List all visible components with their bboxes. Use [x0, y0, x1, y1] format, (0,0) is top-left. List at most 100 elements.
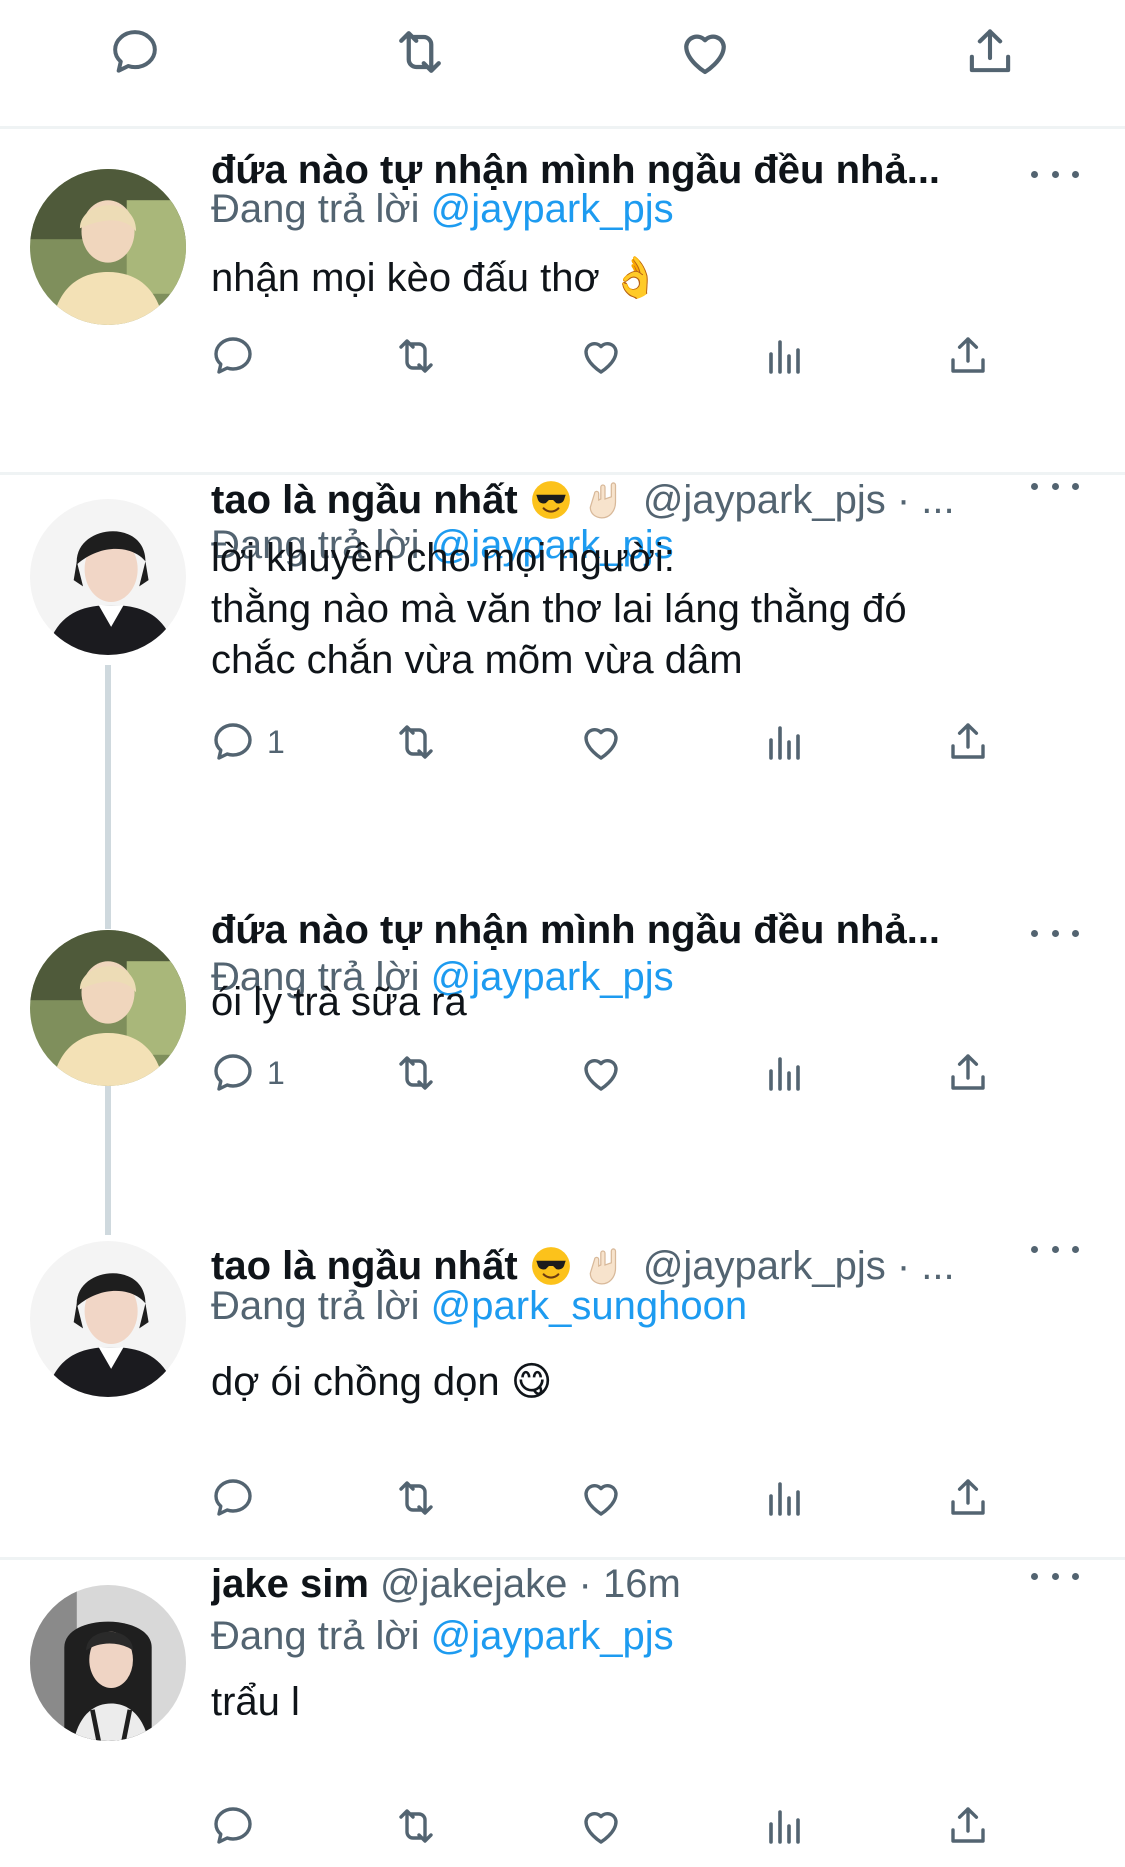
- tweet-text: lời khuyên cho mọi người: thằng nào mà v…: [211, 536, 907, 682]
- heart-icon: [584, 1059, 618, 1091]
- dot-icon: [1072, 929, 1079, 937]
- analytics-icon: [769, 1482, 800, 1516]
- reply-button[interactable]: [209, 1796, 267, 1856]
- dot-icon: [1051, 1572, 1059, 1580]
- tweet-text: dợ ói chồng dọn 😋: [211, 1360, 553, 1404]
- more-options-button[interactable]: [1025, 159, 1085, 189]
- reply-button[interactable]: 1: [209, 1043, 285, 1103]
- thread-line: [105, 665, 111, 929]
- share-button[interactable]: [944, 1043, 992, 1103]
- tweet-text: trẩu l: [211, 1680, 300, 1724]
- analytics-icon: [769, 726, 800, 760]
- reply-prefix: Đang trả lời: [211, 1284, 420, 1328]
- share-icon: [951, 1054, 985, 1090]
- display-name[interactable]: jake sim: [211, 1562, 369, 1606]
- reply-icon: [214, 1479, 252, 1516]
- handle[interactable]: @jakejake: [380, 1562, 567, 1606]
- tweet[interactable]: tao là ngầu nhất @jaypark_pjs · ... Đang…: [0, 475, 1125, 929]
- heart-icon: [584, 1812, 618, 1844]
- tweet-meta: · ...: [896, 1244, 955, 1288]
- like-button[interactable]: [675, 22, 735, 82]
- more-options-button[interactable]: [1025, 471, 1085, 501]
- avatar[interactable]: [30, 1585, 186, 1741]
- more-options-button[interactable]: [1025, 918, 1085, 948]
- share-icon: [951, 337, 985, 373]
- retweet-button[interactable]: [392, 1796, 440, 1856]
- retweet-button[interactable]: [392, 1043, 440, 1103]
- retweet-button[interactable]: [392, 326, 440, 386]
- dot-icon: [1051, 929, 1059, 937]
- reply-button[interactable]: [209, 326, 267, 386]
- like-button[interactable]: [577, 326, 625, 386]
- dot-icon: [1051, 1245, 1059, 1253]
- parent-tweet-actions: [0, 0, 1125, 126]
- display-name[interactable]: tao là ngầu nhất: [211, 478, 518, 522]
- dot-icon: [1031, 1245, 1038, 1253]
- handle[interactable]: @jaypark_pjs: [643, 478, 886, 522]
- tweet[interactable]: đứa nào tự nhận mình ngầu đều nhả... Đan…: [0, 129, 1125, 474]
- heart-icon: [584, 342, 618, 374]
- dot-icon: [1031, 170, 1038, 178]
- reply-icon: [113, 30, 157, 73]
- share-button[interactable]: [944, 1796, 992, 1856]
- retweet-button[interactable]: [392, 1468, 440, 1528]
- sunglasses-emoji-icon: [531, 481, 570, 519]
- retweet-button[interactable]: [392, 712, 440, 772]
- analytics-button[interactable]: [761, 326, 809, 386]
- avatar[interactable]: [30, 930, 186, 1086]
- share-button[interactable]: [944, 1468, 992, 1528]
- analytics-button[interactable]: [761, 1796, 809, 1856]
- like-button[interactable]: [577, 712, 625, 772]
- like-button[interactable]: [577, 1043, 625, 1103]
- reply-mention-link[interactable]: @jaypark_pjs: [431, 187, 674, 231]
- reply-mention-link[interactable]: @park_sunghoon: [431, 1284, 747, 1328]
- like-button[interactable]: [577, 1796, 625, 1856]
- dot-icon: [1031, 482, 1038, 490]
- share-button[interactable]: [944, 712, 992, 772]
- analytics-button[interactable]: [761, 1468, 809, 1528]
- tweet-text: ói ly trà sữa ra: [211, 980, 467, 1024]
- avatar[interactable]: [30, 169, 186, 325]
- share-icon: [969, 29, 1011, 73]
- tweet-meta: · 16m: [578, 1562, 681, 1606]
- heart-icon: [684, 34, 726, 75]
- like-button[interactable]: [577, 1468, 625, 1528]
- retweet-icon: [399, 31, 441, 73]
- avatar-dark: [30, 499, 186, 655]
- reply-button[interactable]: [209, 1468, 267, 1528]
- analytics-button[interactable]: [761, 712, 809, 772]
- tweet[interactable]: đứa nào tự nhận mình ngầu đều nhả... Đan…: [0, 905, 1125, 1235]
- share-icon: [951, 1807, 985, 1843]
- analytics-button[interactable]: [761, 1043, 809, 1103]
- dot-icon: [1031, 1572, 1038, 1580]
- dot-icon: [1051, 170, 1059, 178]
- tweet[interactable]: tao là ngầu nhất @jaypark_pjs · ... Đang…: [0, 1235, 1125, 1555]
- avatar-hood: [30, 1585, 186, 1741]
- reply-button[interactable]: 1: [209, 712, 285, 772]
- tweet-actions: 1: [211, 1043, 1011, 1103]
- display-name[interactable]: đứa nào tự nhận mình ngầu đều nhả...: [211, 908, 940, 952]
- more-options-button[interactable]: [1025, 1234, 1085, 1264]
- reply-prefix: Đang trả lời: [211, 1614, 420, 1658]
- rock-hand-emoji-icon: [589, 482, 616, 519]
- tweet-header: đứa nào tự nhận mình ngầu đều nhả...: [211, 903, 1015, 957]
- dot-icon: [1072, 170, 1079, 178]
- avatar-blond: [30, 169, 186, 325]
- reply-count: 1: [267, 723, 285, 760]
- avatar[interactable]: [30, 499, 186, 655]
- replying-to: Đang trả lời @jaypark_pjs: [211, 1609, 674, 1663]
- share-button[interactable]: [960, 22, 1020, 82]
- retweet-icon: [399, 1809, 433, 1843]
- heart-icon: [584, 1484, 618, 1516]
- more-options-button[interactable]: [1025, 1561, 1085, 1591]
- reply-mention-link[interactable]: @jaypark_pjs: [431, 1614, 674, 1658]
- tweet-actions: [211, 326, 1011, 386]
- replying-to: Đang trả lời @park_sunghoon: [211, 1279, 747, 1333]
- share-button[interactable]: [944, 326, 992, 386]
- dot-icon: [1072, 482, 1079, 490]
- tweet[interactable]: jake sim @jakejake · 16m Đang trả lời @j…: [0, 1560, 1125, 1867]
- reply-button[interactable]: [105, 22, 165, 82]
- avatar[interactable]: [30, 1241, 186, 1397]
- analytics-icon: [769, 1057, 800, 1091]
- retweet-button[interactable]: [390, 22, 450, 82]
